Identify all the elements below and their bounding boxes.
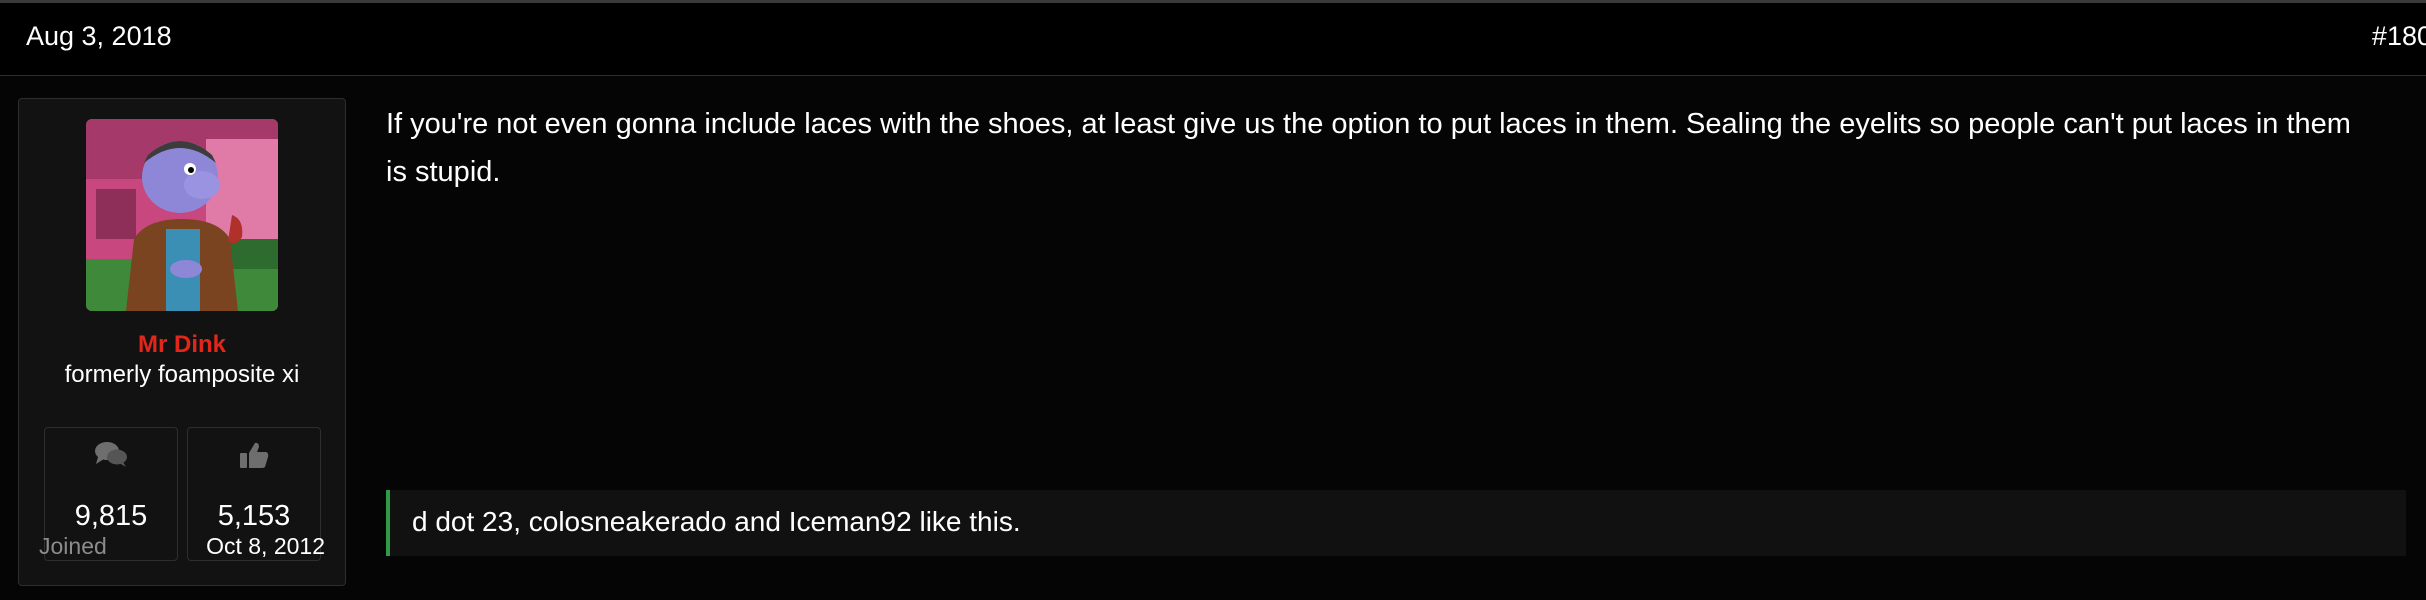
avatar[interactable] xyxy=(86,119,278,311)
joined-label: Joined xyxy=(39,533,107,559)
likes-count: 5,153 xyxy=(217,500,291,532)
user-card: Mr Dink formerly foamposite xi 9,815 5,1… xyxy=(18,98,346,586)
user-title: formerly foamposite xi xyxy=(64,361,300,388)
post-date-link[interactable]: Aug 3, 2018 xyxy=(26,21,172,52)
avatar-image xyxy=(86,119,278,311)
speech-bubbles-icon xyxy=(95,442,127,467)
post-permalink[interactable]: #180 xyxy=(2372,21,2426,52)
messages-count: 9,815 xyxy=(74,500,148,532)
post-message: If you're not even gonna include laces w… xyxy=(386,108,2351,188)
thumbs-up-icon xyxy=(240,442,269,468)
post-header: Aug 3, 2018 #180 xyxy=(0,0,2426,76)
likes-summary: d dot 23, colosneakerado and Iceman92 li… xyxy=(386,490,2406,556)
joined-date: Oct 8, 2012 xyxy=(206,533,325,559)
username-link[interactable]: Mr Dink xyxy=(19,331,345,359)
likes-summary-text[interactable]: d dot 23, colosneakerado and Iceman92 li… xyxy=(412,506,1021,538)
forum-post: Aug 3, 2018 #180 Mr Dink formerly foampo… xyxy=(0,0,2426,600)
